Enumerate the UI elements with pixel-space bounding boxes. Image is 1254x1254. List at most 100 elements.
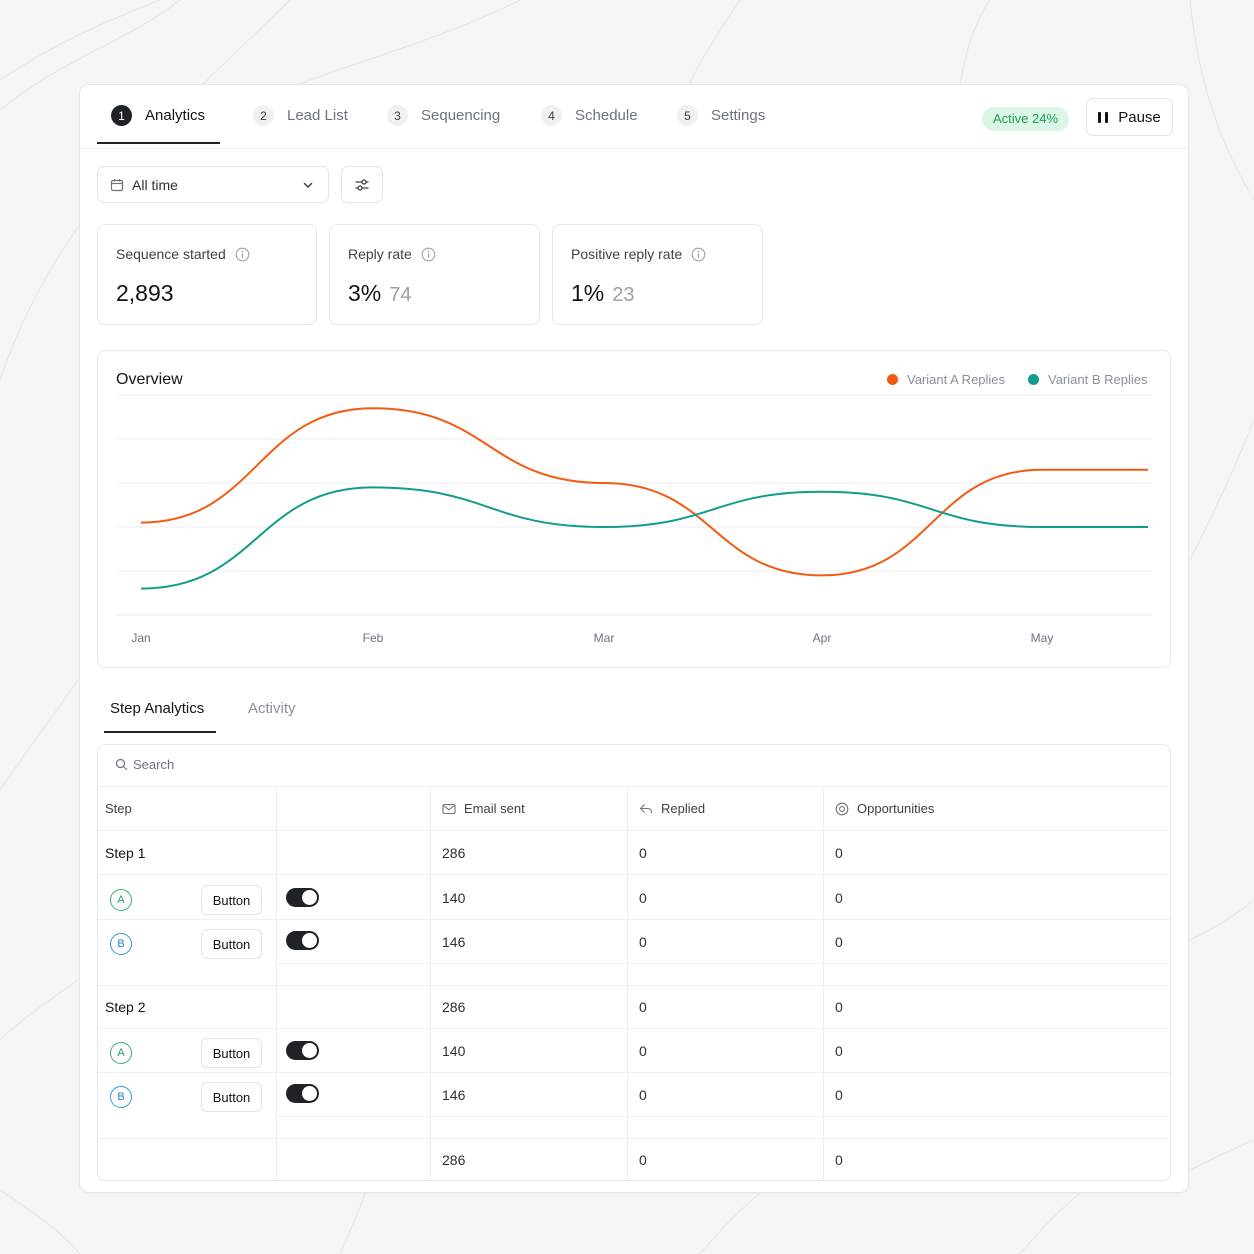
- header-label: Step: [105, 801, 132, 816]
- header-label: Replied: [661, 801, 706, 816]
- overview-chart-card: Jan Feb Mar Apr May Overview Variant A Repli…: [97, 350, 1171, 668]
- divider: [98, 1072, 1170, 1073]
- info-icon[interactable]: [421, 247, 436, 262]
- table-search[interactable]: Search: [115, 757, 174, 772]
- tab-settings[interactable]: 5 Settings: [677, 105, 765, 145]
- stat-label-row: Reply rate: [348, 246, 436, 262]
- total-email-sent: 286: [442, 1152, 466, 1168]
- pause-button[interactable]: Pause: [1086, 98, 1173, 136]
- email-sent-value: 140: [442, 890, 466, 906]
- campaign-card: 1 Analytics 2 Lead List 3 Sequencing 4 S…: [79, 84, 1189, 1193]
- variant-button[interactable]: Button: [201, 1038, 262, 1068]
- stat-value: 1%: [571, 280, 605, 306]
- tab-schedule[interactable]: 4 Schedule: [541, 105, 638, 145]
- mail-icon: [442, 803, 456, 814]
- tab-label: Lead List: [287, 107, 348, 124]
- tab-lead-list[interactable]: 2 Lead List: [253, 105, 348, 145]
- active-subtab-indicator: [104, 731, 216, 733]
- replied-value: 0: [639, 999, 647, 1015]
- email-sent-value: 286: [442, 999, 466, 1015]
- email-sent-value: 286: [442, 845, 466, 861]
- tab-label: Settings: [711, 107, 766, 124]
- search-input[interactable]: Search: [133, 757, 174, 772]
- tab-activity[interactable]: Activity: [248, 700, 296, 717]
- divider: [98, 985, 1170, 986]
- header-label: Email sent: [464, 801, 525, 816]
- opportunities-value: 0: [835, 1043, 843, 1059]
- tab-number: 2: [253, 105, 274, 126]
- replied-value: 0: [639, 1043, 647, 1059]
- series-line-variant-a: [140, 407, 1148, 577]
- legend-label: Variant A Replies: [907, 372, 1006, 387]
- legend-dot-icon: [1028, 374, 1039, 385]
- variant-button[interactable]: Button: [201, 885, 262, 915]
- x-tick-label: Jan: [131, 631, 150, 645]
- divider: [98, 874, 1170, 875]
- divider: [823, 786, 824, 1180]
- variant-toggle[interactable]: [286, 888, 319, 907]
- stat-label-row: Sequence started: [116, 246, 250, 262]
- legend-variant-b: Variant B Replies: [1028, 372, 1147, 387]
- email-sent-value: 146: [442, 1087, 466, 1103]
- variant-toggle[interactable]: [286, 1084, 319, 1103]
- divider: [276, 1116, 1170, 1117]
- stat-card-positive-reply-rate: Positive reply rate 1% 23: [552, 224, 763, 325]
- tab-number: 5: [677, 105, 698, 126]
- active-tab-indicator: [97, 142, 220, 144]
- tab-sequencing[interactable]: 3 Sequencing: [387, 105, 500, 145]
- variant-button[interactable]: Button: [201, 1082, 262, 1112]
- replied-value: 0: [639, 890, 647, 906]
- divider: [276, 786, 277, 1180]
- replied-value: 0: [639, 845, 647, 861]
- stat-value-row: 1% 23: [571, 280, 635, 307]
- stat-value-row: 2,893: [116, 280, 174, 307]
- tab-analytics[interactable]: 1 Analytics: [111, 105, 205, 145]
- tab-label: Schedule: [575, 107, 638, 124]
- info-icon[interactable]: [691, 247, 706, 262]
- legend-variant-a: Variant A Replies: [887, 372, 1005, 387]
- legend-dot-icon: [887, 374, 898, 385]
- variant-button[interactable]: Button: [201, 929, 262, 959]
- opportunities-value: 0: [835, 1087, 843, 1103]
- header-label: Opportunities: [857, 801, 935, 816]
- variant-a-badge: A: [110, 1042, 132, 1064]
- series-line-variant-b: [140, 486, 1148, 590]
- stat-value: 3%: [348, 280, 382, 306]
- email-sent-value: 146: [442, 934, 466, 950]
- pause-label: Pause: [1118, 108, 1161, 126]
- date-range-value: All time: [132, 176, 178, 193]
- tab-number: 4: [541, 105, 562, 126]
- tab-label: Sequencing: [421, 107, 501, 124]
- email-sent-value: 140: [442, 1043, 466, 1059]
- stat-count: 23: [612, 284, 635, 306]
- opportunities-value: 0: [835, 999, 843, 1015]
- overview-line-chart: Jan Feb Mar Apr May: [116, 394, 1152, 645]
- column-header-email-sent: Email sent: [442, 801, 525, 816]
- stat-count: 74: [389, 284, 412, 306]
- opportunities-value: 0: [835, 845, 843, 861]
- variant-toggle[interactable]: [286, 1041, 319, 1060]
- x-tick-label: May: [1031, 631, 1054, 645]
- tab-number: 1: [111, 105, 132, 126]
- filter-settings-button[interactable]: [341, 166, 383, 203]
- stat-label: Positive reply rate: [571, 246, 683, 262]
- stat-label: Sequence started: [116, 246, 226, 262]
- tab-step-analytics[interactable]: Step Analytics: [110, 700, 204, 717]
- divider: [98, 919, 1170, 920]
- sliders-icon: [355, 178, 369, 191]
- divider: [627, 786, 628, 1180]
- divider: [98, 830, 1170, 831]
- info-icon[interactable]: [235, 247, 250, 262]
- variant-toggle[interactable]: [286, 931, 319, 950]
- top-navigation: 1 Analytics 2 Lead List 3 Sequencing 4 S…: [80, 85, 1188, 149]
- replied-value: 0: [639, 934, 647, 950]
- stat-value-row: 3% 74: [348, 280, 412, 307]
- stat-label-row: Positive reply rate: [571, 246, 706, 262]
- date-range-select[interactable]: All time: [97, 166, 329, 203]
- tab-label: Analytics: [145, 107, 206, 124]
- divider: [430, 786, 431, 1180]
- replied-value: 0: [639, 1087, 647, 1103]
- stat-card-reply-rate: Reply rate 3% 74: [329, 224, 540, 325]
- column-header-opportunities: Opportunities: [835, 801, 934, 816]
- column-header-replied: Replied: [639, 801, 705, 816]
